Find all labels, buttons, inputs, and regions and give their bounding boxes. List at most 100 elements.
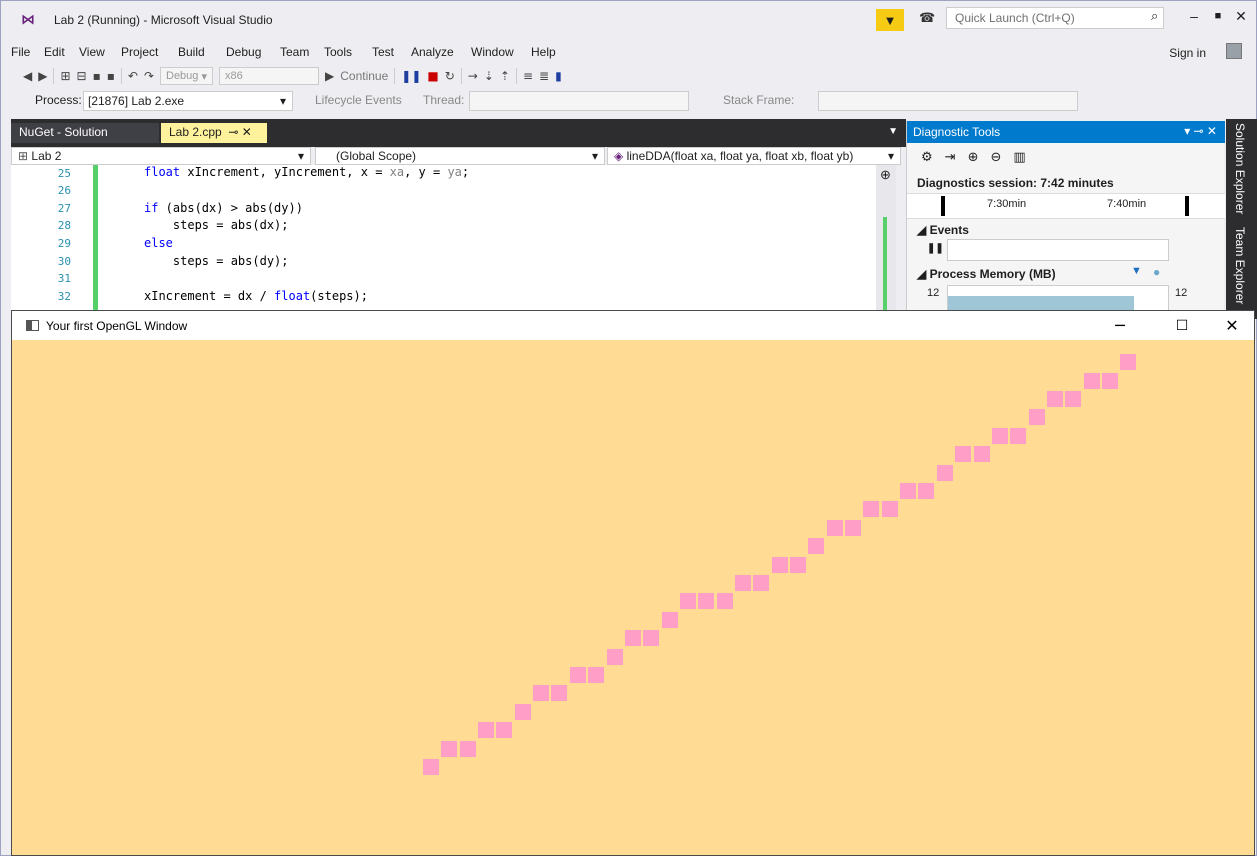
stack-frame-label: Stack Frame: [723, 93, 795, 107]
continue-button[interactable]: Continue [340, 69, 388, 83]
tab-solution-explorer[interactable]: Solution Explorer [1233, 123, 1247, 214]
opengl-canvas[interactable] [12, 340, 1254, 855]
zoom-in-icon[interactable]: ⊕ [968, 150, 979, 165]
menu-analyze[interactable]: Analyze [411, 45, 454, 59]
menu-tools[interactable]: Tools [324, 45, 352, 59]
tab-nuget-solution[interactable]: NuGet - Solution [11, 123, 159, 143]
line-pixel [441, 740, 458, 757]
lifecycle-events-button[interactable]: Lifecycle Events [315, 93, 402, 107]
toolbar-separator [460, 68, 462, 84]
line-number: 26 [57, 184, 71, 197]
maximize-button[interactable]: ■ [1208, 10, 1228, 22]
new-project-icon[interactable]: ⊞ [60, 69, 70, 83]
forward-icon[interactable]: ▶ [38, 69, 47, 83]
menu-window[interactable]: Window [471, 45, 514, 59]
user-avatar-icon[interactable] [1226, 43, 1242, 59]
sign-in-link[interactable]: Sign in [1169, 46, 1206, 60]
events-section-header[interactable]: ◢ Events [917, 223, 969, 237]
close-button[interactable]: ✕ [1222, 316, 1242, 335]
save-icon[interactable]: ▪ [93, 69, 101, 83]
maximize-button[interactable]: ☐ [1172, 318, 1192, 334]
menu-team[interactable]: Team [280, 45, 309, 59]
line-number: 28 [57, 219, 71, 232]
line-pixel [1046, 391, 1063, 407]
code-text: xIncrement = dx / [144, 289, 275, 303]
uncomment-icon[interactable]: ≣ [539, 69, 549, 83]
step-out-icon[interactable]: ⇡ [500, 69, 510, 83]
zoom-out-icon[interactable]: ⊖ [990, 150, 1001, 165]
tab-team-explorer[interactable]: Team Explorer [1233, 227, 1247, 304]
opengl-window: Your first OpenGL Window ─ ☐ ✕ [11, 310, 1255, 856]
close-button[interactable]: ✕ [1231, 8, 1251, 25]
select-tools-icon[interactable]: ⇥ [945, 150, 956, 165]
platform-dropdown[interactable]: x86 [219, 67, 319, 85]
toolbar-separator [53, 68, 55, 84]
line-pixel [569, 667, 586, 683]
process-dropdown[interactable]: [21876] Lab 2.exe ▾ [83, 91, 293, 111]
line-pixel [606, 648, 623, 665]
restart-icon[interactable]: ↻ [445, 69, 455, 83]
save-all-icon[interactable]: ▪ [107, 69, 115, 83]
menu-view[interactable]: View [79, 45, 105, 59]
notification-flag-icon[interactable]: ▼ [876, 9, 904, 31]
continue-icon[interactable]: ▶ [325, 69, 334, 83]
diagnostics-timeline[interactable]: 7:30min 7:40min [907, 193, 1225, 219]
minimize-button[interactable]: ‒ [1184, 8, 1204, 24]
line-pixel [1083, 372, 1100, 389]
split-icon[interactable]: ⊕ [880, 167, 891, 183]
line-number: 25 [57, 167, 71, 180]
project-dropdown[interactable]: ⊞ Lab 2 ▾ [11, 147, 311, 165]
feedback-icon[interactable]: ☎ [919, 10, 935, 26]
menu-edit[interactable]: Edit [44, 45, 65, 59]
menu-test[interactable]: Test [372, 45, 394, 59]
menu-bar: File Edit View Project Build Debug Team … [1, 41, 1256, 63]
settings-icon[interactable]: ⚙ [921, 150, 933, 165]
stop-icon[interactable]: ■ [427, 69, 438, 83]
chart-icon[interactable]: ▥ [1013, 150, 1025, 165]
stack-frame-dropdown[interactable] [818, 91, 1078, 111]
line-pixel [918, 483, 935, 499]
minimize-button[interactable]: ─ [1110, 316, 1130, 335]
timeline-marker [1185, 196, 1189, 216]
menu-file[interactable]: File [11, 45, 30, 59]
line-pixel [1010, 427, 1027, 444]
quick-launch-input[interactable]: Quick Launch (Ctrl+Q) [946, 7, 1164, 29]
undo-icon[interactable]: ↶ [128, 69, 138, 83]
process-value: [21876] Lab 2.exe [88, 94, 185, 108]
search-icon[interactable]: ⌕ [1151, 8, 1158, 24]
redo-icon[interactable]: ↷ [144, 69, 154, 83]
step-over-icon[interactable]: → [468, 69, 478, 83]
toolbar-separator [515, 68, 517, 84]
line-pixel [423, 759, 439, 775]
line-pixel [845, 519, 862, 536]
line-number: 30 [57, 255, 71, 268]
break-all-icon[interactable]: ❚❚ [401, 69, 421, 83]
pin-icon[interactable]: ⊸ [228, 125, 238, 139]
comment-icon[interactable]: ≡ [523, 69, 533, 83]
scope-dropdown[interactable]: (Global Scope) ▾ [315, 147, 605, 165]
tab-lab2-cpp[interactable]: Lab 2.cpp ⊸ ✕ [161, 123, 267, 143]
chevron-down-icon[interactable]: ▼ [888, 126, 898, 137]
menu-project[interactable]: Project [121, 45, 158, 59]
back-icon[interactable]: ◀ [23, 69, 32, 83]
member-dropdown[interactable]: ◈ lineDDA(float xa, float ya, float xb, … [607, 147, 901, 165]
thread-dropdown[interactable] [469, 91, 689, 111]
close-icon[interactable]: ✕ [242, 125, 252, 139]
open-folder-icon[interactable]: ⊟ [77, 69, 87, 83]
member-value: lineDDA(float xa, float ya, float xb, fl… [626, 149, 854, 163]
process-memory-header[interactable]: ◢ Process Memory (MB) [917, 267, 1056, 281]
opengl-titlebar: Your first OpenGL Window ─ ☐ ✕ [12, 311, 1254, 340]
scrollbar-change-marker [883, 217, 887, 313]
configuration-dropdown[interactable]: Debug ▾ [160, 67, 213, 85]
menu-debug[interactable]: Debug [226, 45, 261, 59]
code-text: xIncrement, yIncrement, x = [180, 165, 390, 179]
step-into-icon[interactable]: ⇣ [484, 69, 494, 83]
menu-build[interactable]: Build [178, 45, 205, 59]
bookmark-icon[interactable]: ▮ [555, 69, 562, 83]
panel-controls-icon[interactable]: ▾ ⊸ ✕ [1184, 124, 1217, 138]
line-pixel [955, 446, 972, 463]
visual-studio-logo-icon: ⋈ [21, 12, 35, 28]
events-track [947, 239, 1169, 261]
menu-help[interactable]: Help [531, 45, 556, 59]
line-pixel [991, 427, 1008, 444]
